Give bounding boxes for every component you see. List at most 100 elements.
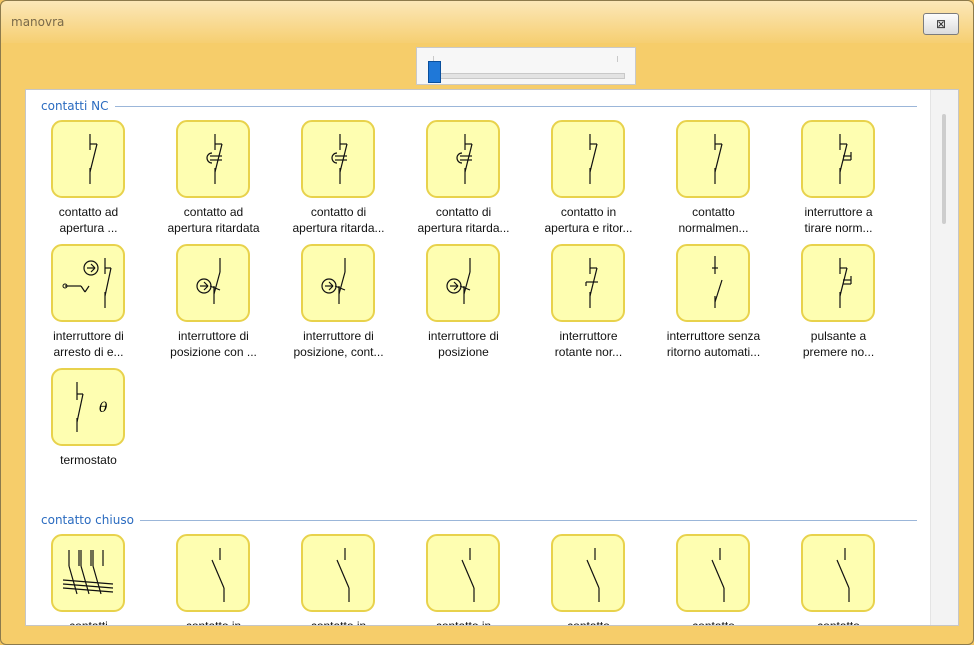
- section-title: contatto chiuso: [41, 513, 134, 527]
- symbol-label-line1: interruttore: [559, 329, 618, 343]
- symbol-item[interactable]: interruttore di posizione con ...: [151, 244, 276, 359]
- symbol-label: contatto in: [401, 618, 526, 626]
- section-divider: [114, 105, 917, 107]
- zoom-slider-track[interactable]: [429, 73, 625, 79]
- return-opening-contact-icon[interactable]: [551, 120, 625, 198]
- symbol-label: interruttore di arresto di e...: [26, 328, 151, 360]
- symbol-label-line2: apertura ...: [59, 221, 118, 235]
- symbol-label-line2: apertura ritardata: [167, 221, 260, 235]
- section-divider: [139, 519, 917, 521]
- delayed-opening-contact-icon[interactable]: [176, 120, 250, 198]
- symbol-item[interactable]: contatto ad apertura ...: [26, 120, 151, 235]
- symbol-label-line1: contatti: [69, 619, 108, 626]
- symbol-item[interactable]: contatto ad apertura ritardata: [151, 120, 276, 235]
- symbol-label-line1: contatto in: [560, 205, 617, 219]
- symbol-label-line1: contatto: [692, 619, 735, 626]
- symbol-label-line2: ritorno automati...: [666, 345, 761, 359]
- thermostat-icon[interactable]: θ: [51, 368, 125, 446]
- symbol-item[interactable]: contatto in: [401, 534, 526, 626]
- emergency-stop-switch-icon[interactable]: [51, 244, 125, 322]
- symbol-item[interactable]: interruttore rotante nor...: [526, 244, 651, 359]
- closed-contact-icon[interactable]: [301, 534, 375, 612]
- symbol-label-line2: apertura ritarda...: [417, 221, 510, 235]
- closed-contact-icon[interactable]: [426, 534, 500, 612]
- symbol-label-line1: contatto in: [435, 619, 492, 626]
- multi-contact-icon[interactable]: [51, 534, 125, 612]
- symbol-item[interactable]: contatto: [651, 534, 776, 626]
- symbol-label: pulsante a premere no...: [776, 328, 901, 360]
- symbol-label-line1: contatto: [692, 205, 735, 219]
- symbol-item[interactable]: contatto normalmen...: [651, 120, 776, 235]
- section-title: contatti NC: [41, 99, 109, 113]
- close-button[interactable]: ⊠: [923, 13, 959, 35]
- symbol-label: contatto ad apertura ritardata: [151, 204, 276, 236]
- nc-contact-icon[interactable]: [51, 120, 125, 198]
- symbol-label: contatto: [651, 618, 776, 626]
- symbol-item[interactable]: interruttore senza ritorno automati...: [651, 244, 776, 359]
- non-return-switch-icon[interactable]: [676, 244, 750, 322]
- symbol-label-line2: arresto di e...: [53, 345, 124, 359]
- symbol-item[interactable]: contatto in: [151, 534, 276, 626]
- symbol-item[interactable]: interruttore di posizione: [401, 244, 526, 359]
- symbol-label-line1: contatto in: [185, 619, 242, 626]
- title-bar[interactable]: manovra ⊠: [1, 1, 973, 43]
- zoom-slider-thumb[interactable]: [428, 61, 441, 83]
- push-button-icon[interactable]: [801, 244, 875, 322]
- dialog-window: manovra ⊠ contatti NC contatto ad apertura…: [0, 0, 974, 645]
- symbol-item[interactable]: interruttore a tirare norm...: [776, 120, 901, 235]
- scrollbar-thumb[interactable]: [942, 114, 946, 224]
- position-switch-icon[interactable]: [176, 244, 250, 322]
- symbol-label: contatto: [526, 618, 651, 625]
- symbol-label-line1: contatto di: [310, 205, 367, 219]
- closed-contact-icon[interactable]: [676, 534, 750, 612]
- symbol-item[interactable]: interruttore di arresto di e...: [26, 244, 151, 359]
- closed-contact-icon[interactable]: [176, 534, 250, 612]
- close-icon: ⊠: [935, 17, 947, 31]
- symbol-label-line1: contatto in: [310, 619, 367, 626]
- symbol-label-line1: contatto ad: [58, 205, 119, 219]
- symbol-label-line1: interruttore di: [53, 329, 124, 343]
- symbol-label: contatto ad apertura ...: [26, 204, 151, 236]
- symbol-item[interactable]: pulsante a premere no...: [776, 244, 901, 359]
- symbol-label: contatto in: [276, 618, 401, 626]
- symbol-label: interruttore di posizione: [401, 328, 526, 360]
- rotary-switch-icon[interactable]: [551, 244, 625, 322]
- symbol-item[interactable]: θ termostato: [26, 368, 151, 480]
- symbol-label: interruttore senza ritorno automati...: [651, 328, 776, 360]
- symbol-gallery[interactable]: contatti NC contatto ad apertura ... contat…: [25, 89, 959, 626]
- closed-contact-icon[interactable]: [801, 534, 875, 612]
- vertical-scrollbar[interactable]: [930, 90, 958, 625]
- delayed-opening-contact-icon[interactable]: [301, 120, 375, 198]
- symbol-label-line2: normalmen...: [678, 221, 749, 235]
- symbol-item[interactable]: contatto di apertura ritarda...: [276, 120, 401, 235]
- delayed-opening-contact-icon[interactable]: [426, 120, 500, 198]
- symbol-item[interactable]: contatto di apertura ritarda...: [401, 120, 526, 235]
- symbol-item[interactable]: contatti: [26, 534, 151, 626]
- symbol-label-line1: interruttore di: [303, 329, 374, 343]
- window-title: manovra: [11, 15, 65, 29]
- closed-contact-icon[interactable]: [551, 534, 625, 612]
- symbol-label-line1: interruttore di: [428, 329, 499, 343]
- symbol-label-line2: rotante nor...: [554, 345, 623, 359]
- position-switch-icon[interactable]: [301, 244, 375, 322]
- symbol-label-line1: termostato: [60, 453, 117, 467]
- symbol-item[interactable]: interruttore di posizione, cont...: [276, 244, 401, 359]
- symbol-label: termostato: [26, 452, 151, 468]
- symbol-label: contatto di apertura ritarda...: [401, 204, 526, 236]
- symbol-item[interactable]: contatto: [776, 534, 901, 626]
- symbol-label-line1: pulsante a: [810, 329, 867, 343]
- section-header: contatto chiuso: [41, 512, 917, 528]
- symbol-label-line2: posizione con ...: [170, 345, 257, 359]
- nc-contact-icon[interactable]: [676, 120, 750, 198]
- symbol-label-line2: apertura e ritor...: [544, 221, 633, 235]
- symbol-item[interactable]: contatto: [526, 534, 651, 625]
- section-header: contatti NC: [41, 98, 917, 114]
- symbol-label: contatto: [776, 618, 901, 626]
- symbol-label-line1: contatto: [817, 619, 860, 626]
- zoom-tick-max: [617, 56, 618, 62]
- symbol-item[interactable]: contatto in apertura e ritor...: [526, 120, 651, 235]
- symbol-label-line2: premere no...: [802, 345, 875, 359]
- position-switch-icon[interactable]: [426, 244, 500, 322]
- pull-switch-icon[interactable]: [801, 120, 875, 198]
- symbol-item[interactable]: contatto in: [276, 534, 401, 626]
